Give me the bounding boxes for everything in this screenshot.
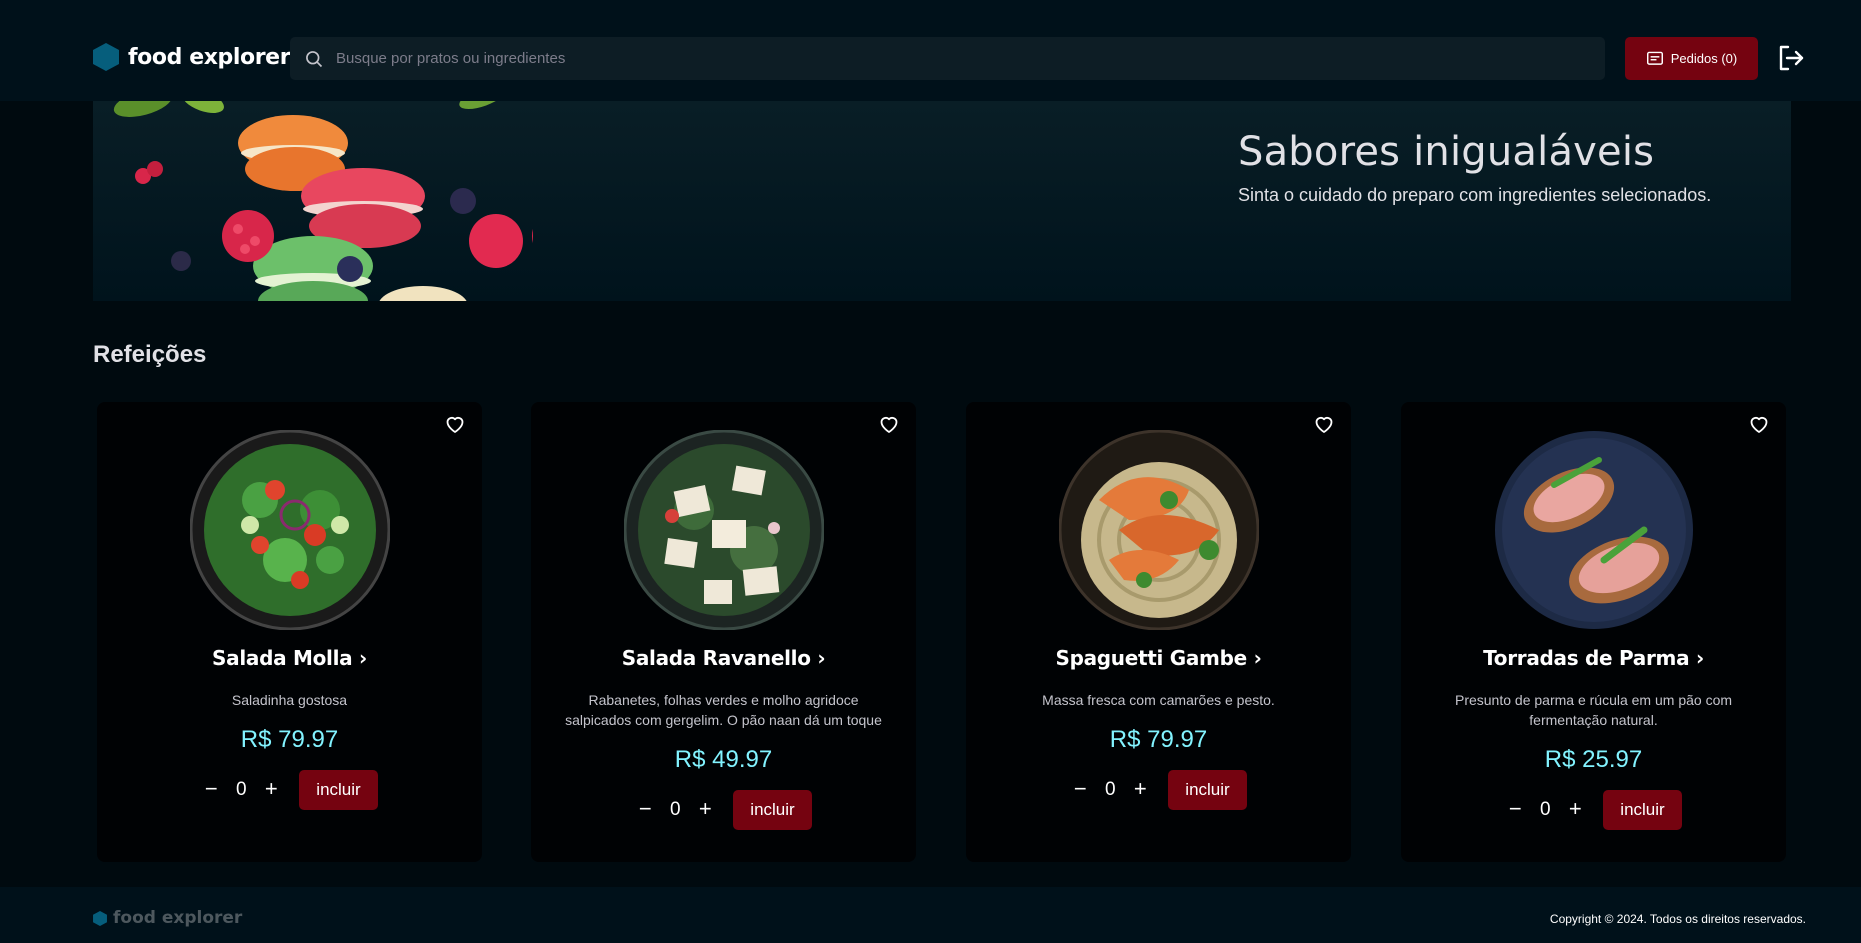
- hero-banner: Sabores inigualáveis Sinta o cuidado do …: [93, 101, 1791, 301]
- minus-icon[interactable]: −: [201, 778, 221, 800]
- include-button[interactable]: incluir: [1168, 770, 1247, 810]
- footer-brand: food explorer: [93, 908, 242, 928]
- copyright: Copyright © 2024. Todos os direitos rese…: [1549, 912, 1806, 926]
- search-icon: [306, 50, 323, 67]
- include-button[interactable]: incluir: [733, 790, 812, 830]
- dish-name[interactable]: Salada Ravanello ›: [531, 646, 916, 670]
- quantity-stepper: − 0 + incluir: [966, 770, 1351, 810]
- chevron-right-icon: ›: [1695, 646, 1704, 670]
- quantity-value: 0: [670, 799, 681, 820]
- include-button[interactable]: incluir: [1603, 790, 1682, 830]
- dish-name[interactable]: Spaguetti Gambe ›: [966, 646, 1351, 670]
- banner-text: Sabores inigualáveis Sinta o cuidado do …: [1238, 129, 1711, 206]
- plus-icon[interactable]: +: [695, 798, 715, 820]
- quantity-stepper: − 0 + incluir: [1401, 790, 1786, 830]
- quantity-value: 0: [236, 779, 247, 800]
- dish-price: R$ 79.97: [1109, 726, 1208, 753]
- orders-label: Pedidos (0): [1670, 51, 1738, 66]
- include-button[interactable]: incluir: [299, 770, 378, 810]
- dish-description: Saladinha gostosa: [231, 692, 348, 708]
- search-input[interactable]: [336, 50, 1536, 67]
- dish-description: Massa fresca com camarões e pesto.: [1042, 692, 1275, 708]
- plus-icon[interactable]: +: [1130, 778, 1150, 800]
- footer-brand-name: food explorer: [113, 908, 243, 928]
- dish-card: Salada Molla › Saladinha gostosa R$ 79.9…: [97, 402, 482, 862]
- dish-price: R$ 25.97: [1544, 746, 1643, 773]
- sign-out-icon[interactable]: [1777, 44, 1805, 72]
- heart-icon[interactable]: [877, 412, 901, 436]
- search-bar[interactable]: [290, 37, 1605, 80]
- minus-icon[interactable]: −: [1505, 798, 1525, 820]
- macarons-image: [113, 101, 533, 301]
- dish-description: Presunto de parma e rúcula em um pão com…: [1454, 692, 1733, 728]
- minus-icon[interactable]: −: [1070, 778, 1090, 800]
- brand-logo[interactable]: food explorer: [93, 43, 291, 71]
- orders-button[interactable]: Pedidos (0): [1625, 37, 1758, 80]
- quantity-stepper: − 0 + incluir: [531, 790, 916, 830]
- banner-subtitle: Sinta o cuidado do preparo com ingredien…: [1238, 185, 1712, 205]
- minus-icon[interactable]: −: [635, 798, 655, 820]
- heart-icon[interactable]: [1312, 412, 1336, 436]
- hexagon-icon: [93, 43, 119, 71]
- dish-card: Salada Ravanello › Rabanetes, folhas ver…: [531, 402, 916, 862]
- chevron-right-icon: ›: [1253, 646, 1262, 670]
- hexagon-icon: [93, 910, 107, 926]
- plus-icon[interactable]: +: [1565, 798, 1585, 820]
- heart-icon[interactable]: [1747, 412, 1771, 436]
- dish-name[interactable]: Torradas de Parma ›: [1401, 646, 1786, 670]
- quantity-value: 0: [1540, 799, 1551, 820]
- banner-title: Sabores inigualáveis: [1238, 129, 1655, 175]
- dish-image[interactable]: [1494, 430, 1694, 630]
- dish-description: Rabanetes, folhas verdes e molho agridoc…: [565, 692, 882, 728]
- dish-card: Torradas de Parma › Presunto de parma e …: [1401, 402, 1786, 862]
- quantity-value: 0: [1105, 779, 1116, 800]
- plus-icon[interactable]: +: [261, 778, 281, 800]
- header: food explorer Pedidos (0): [0, 0, 1861, 101]
- section-title: Refeições: [93, 341, 207, 368]
- dish-image[interactable]: [1059, 430, 1259, 630]
- chevron-right-icon: ›: [817, 646, 826, 670]
- receipt-icon: [1646, 51, 1663, 65]
- chevron-right-icon: ›: [359, 646, 367, 670]
- quantity-stepper: − 0 + incluir: [97, 770, 482, 810]
- dish-image[interactable]: [190, 430, 390, 630]
- dish-card: Spaguetti Gambe › Massa fresca com camar…: [966, 402, 1351, 862]
- heart-icon[interactable]: [443, 412, 467, 436]
- dish-price: R$ 79.97: [240, 726, 339, 753]
- brand-name: food explorer: [128, 44, 291, 70]
- footer: food explorer Copyright © 2024. Todos os…: [0, 887, 1861, 943]
- dish-image[interactable]: [624, 430, 824, 630]
- dish-name[interactable]: Salada Molla ›: [97, 646, 482, 670]
- dish-price: R$ 49.97: [674, 746, 773, 773]
